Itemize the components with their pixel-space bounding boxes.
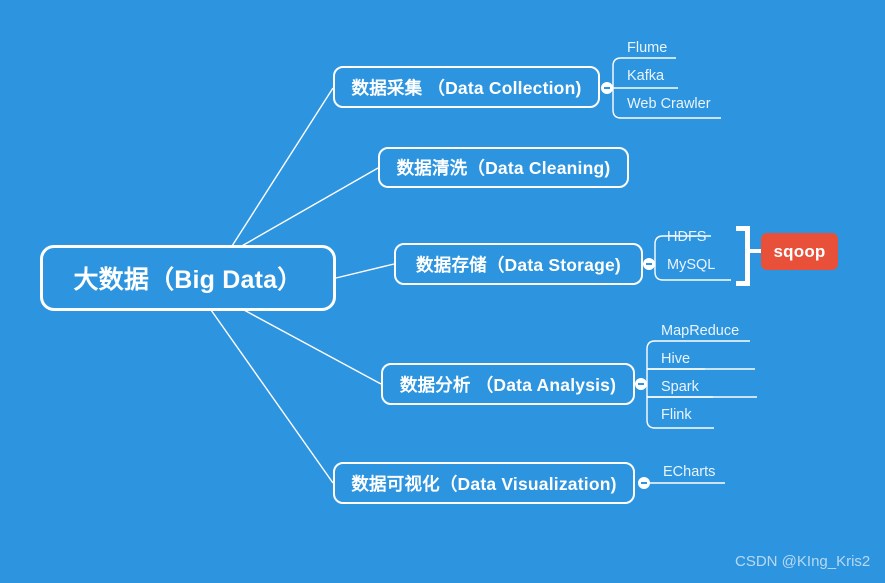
- root-node[interactable]: 大数据（Big Data）: [40, 245, 336, 311]
- tag-node-sqoop[interactable]: sqoop: [761, 233, 838, 270]
- tag-node-label: sqoop: [773, 241, 826, 261]
- leaf-label-echarts[interactable]: ECharts: [663, 465, 715, 480]
- subtree-lines-branch-3: [641, 340, 757, 429]
- leaf-label-flink[interactable]: Flink: [661, 408, 692, 423]
- branch-node-data-analysis[interactable]: 数据分析 （Data Analysis): [381, 363, 635, 405]
- leaf-label-spark[interactable]: Spark: [661, 380, 699, 395]
- edge-root-to-branch-1: [239, 167, 379, 248]
- branch-node-label: 数据存储（Data Storage): [416, 254, 621, 275]
- edge-root-to-branch-4: [210, 309, 334, 484]
- collapse-toggle-data-analysis[interactable]: [635, 378, 647, 390]
- collapse-toggle-data-collection[interactable]: [601, 82, 613, 94]
- leaf-label-mysql[interactable]: MySQL: [667, 258, 715, 273]
- branch-node-data-collection[interactable]: 数据采集 （Data Collection): [333, 66, 600, 108]
- edge-root-to-branch-3: [243, 309, 382, 385]
- watermark: CSDN @KIng_Kris2: [735, 553, 871, 570]
- group-bracket-stub: [748, 249, 762, 253]
- edge-root-to-branch-0: [231, 87, 334, 247]
- branch-node-data-cleaning[interactable]: 数据清洗（Data Cleaning): [378, 147, 629, 188]
- collapse-toggle-data-visualization[interactable]: [638, 477, 650, 489]
- branch-node-label: 数据可视化（Data Visualization): [351, 473, 617, 494]
- branch-node-label: 数据分析 （Data Analysis): [399, 374, 617, 395]
- leaf-label-kafka[interactable]: Kafka: [627, 69, 664, 84]
- edge-root-to-branch-2: [335, 263, 395, 279]
- root-node-label: 大数据（Big Data）: [73, 266, 303, 294]
- branch-node-data-storage[interactable]: 数据存储（Data Storage): [394, 243, 643, 285]
- leaf-label-web-crawler[interactable]: Web Crawler: [627, 97, 711, 112]
- group-bracket-sqoop: [736, 226, 750, 286]
- branch-node-label: 数据清洗（Data Cleaning): [396, 158, 611, 178]
- branch-node-data-visualization[interactable]: 数据可视化（Data Visualization): [333, 462, 635, 504]
- leaf-label-mapreduce[interactable]: MapReduce: [661, 324, 739, 339]
- collapse-toggle-data-storage[interactable]: [643, 258, 655, 270]
- leaf-label-flume[interactable]: Flume: [627, 41, 667, 56]
- branch-node-label: 数据采集 （Data Collection): [351, 77, 582, 98]
- leaf-label-hdfs[interactable]: HDFS: [667, 230, 706, 245]
- leaf-label-hive[interactable]: Hive: [661, 352, 690, 367]
- mindmap-canvas: 大数据（Big Data） 数据采集 （Data Collection) Flu…: [0, 0, 885, 583]
